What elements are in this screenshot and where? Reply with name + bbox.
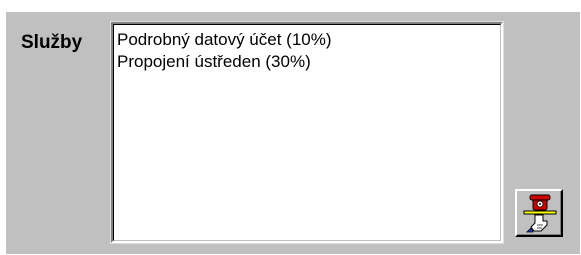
list-item[interactable]: Propojení ústředen (30%) [117,51,500,73]
services-label: Služby [21,32,83,53]
phone-services-button[interactable] [515,189,563,237]
services-panel: Služby Podrobný datový účet (10%) Propoj… [6,12,580,254]
phone-on-tray-icon [523,194,557,233]
services-list: Podrobný datový účet (10%) Propojení úst… [113,24,501,241]
services-listbox[interactable]: Podrobný datový účet (10%) Propojení úst… [110,21,504,244]
list-item[interactable]: Podrobný datový účet (10%) [117,29,500,51]
